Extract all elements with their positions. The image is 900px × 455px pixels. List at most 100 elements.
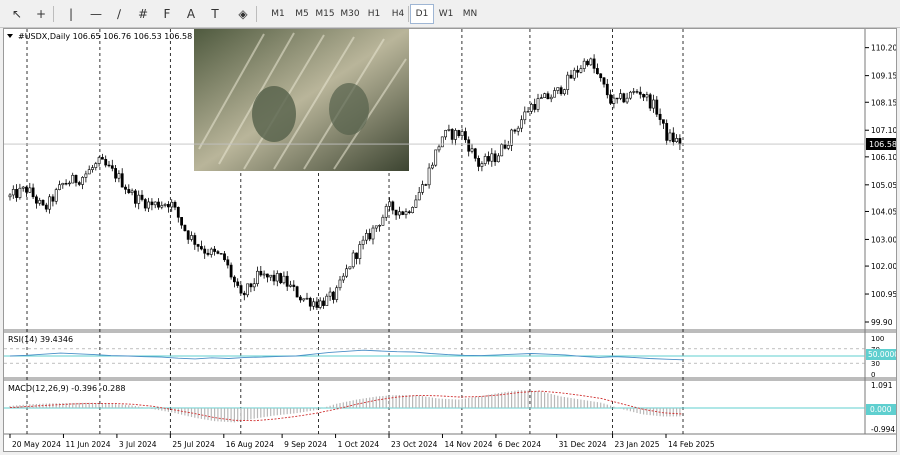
macd-header: MACD(12,26,9) -0.396 -0.288 xyxy=(8,384,125,393)
candle-body xyxy=(331,291,335,300)
candle-body xyxy=(18,187,22,198)
candle-body xyxy=(97,157,101,164)
candle-body xyxy=(275,273,279,282)
crosshair-icon[interactable]: + xyxy=(30,4,52,24)
candle-body xyxy=(143,199,147,209)
candle-body xyxy=(233,276,236,283)
timeframe-m1[interactable]: M1 xyxy=(266,4,290,24)
rsi-tick-label: 0 xyxy=(871,371,875,379)
candle-body xyxy=(44,204,48,210)
timeframe-m15[interactable]: M15 xyxy=(313,4,337,24)
candle-body xyxy=(500,144,504,157)
candle-body xyxy=(285,275,289,287)
y-tick-label: 99.90 xyxy=(871,318,893,327)
candle-body xyxy=(625,97,629,103)
candle-body xyxy=(48,196,52,210)
text-icon[interactable]: A xyxy=(180,4,202,24)
timeframe-w1[interactable]: W1 xyxy=(434,4,458,24)
shapes-icon[interactable]: ◈ xyxy=(232,4,254,24)
trendline-icon[interactable]: ∕ xyxy=(108,4,130,24)
candle-body xyxy=(302,298,306,301)
text-label-icon[interactable]: T xyxy=(204,4,226,24)
candle-body xyxy=(41,199,45,206)
candle-body xyxy=(447,129,451,131)
x-tick-label: 9 Sep 2024 xyxy=(284,440,327,449)
candle-body xyxy=(315,301,319,308)
candle-body xyxy=(675,138,679,143)
candle-body xyxy=(589,58,593,66)
candle-body xyxy=(635,91,639,93)
candle-body xyxy=(361,239,365,245)
timeframe-m5[interactable]: M5 xyxy=(290,4,314,24)
candle-body xyxy=(566,74,570,90)
candle-body xyxy=(520,119,523,129)
chart-svg: 110.20 109.15 108.15 107.10 106.10 105.05 104.… xyxy=(4,29,899,449)
timeframe-d1[interactable]: D1 xyxy=(410,4,434,24)
candle-body xyxy=(473,148,477,159)
candle-body xyxy=(209,248,213,255)
candle-body xyxy=(94,163,98,168)
candle-body xyxy=(546,93,550,100)
candle-body xyxy=(619,93,622,99)
toolbar: ↖ + | — ∕ # F A T ◈ M1 M5 M15 M30 H1 H4 D1 W1 MN xyxy=(0,0,900,28)
candle-body xyxy=(137,194,141,204)
candle-body xyxy=(559,87,563,95)
candle-body xyxy=(671,132,675,143)
candle-body xyxy=(54,189,58,202)
candle-body xyxy=(213,248,217,252)
channel-icon[interactable]: # xyxy=(132,4,154,24)
x-tick-label: 3 Jul 2024 xyxy=(119,440,157,449)
candle-body xyxy=(394,209,398,216)
candle-body xyxy=(200,246,203,250)
candle-body xyxy=(167,204,170,208)
candle-body xyxy=(374,225,378,229)
candle-body xyxy=(206,252,210,255)
candle-body xyxy=(107,164,111,167)
candle-body xyxy=(414,199,418,208)
candle-body xyxy=(490,153,494,162)
candle-body xyxy=(91,167,94,170)
candle-body xyxy=(8,194,12,198)
candle-body xyxy=(371,227,375,240)
candle-body xyxy=(622,93,626,103)
x-tick-label: 31 Dec 2024 xyxy=(559,440,607,449)
candle-body xyxy=(592,58,596,69)
y-tick-label: 105.05 xyxy=(871,181,896,190)
candle-body xyxy=(289,284,292,287)
last-price-label: 106.58 xyxy=(869,140,896,149)
candle-body xyxy=(536,98,540,110)
fibonacci-icon[interactable]: F xyxy=(156,4,178,24)
candle-body xyxy=(226,259,230,266)
x-tick-label: 20 May 2024 xyxy=(12,440,61,449)
timeframe-m30[interactable]: M30 xyxy=(338,4,362,24)
vertical-line-icon[interactable]: | xyxy=(60,4,82,24)
candle-body xyxy=(645,94,649,98)
candle-body xyxy=(526,111,530,113)
candle-body xyxy=(193,235,197,245)
timeframe-h4[interactable]: H4 xyxy=(386,4,410,24)
candle-body xyxy=(157,201,160,208)
timeframe-mn[interactable]: MN xyxy=(458,4,482,24)
candle-body xyxy=(460,131,464,137)
macd-tick-label: 1.091 xyxy=(871,381,893,390)
y-tick-label: 103.00 xyxy=(871,235,896,244)
candle-body xyxy=(510,129,514,146)
candle-body xyxy=(391,201,395,211)
x-tick-label: 14 Feb 2025 xyxy=(668,440,715,449)
pane-menu-icon[interactable] xyxy=(7,34,13,38)
rsi-tick-label: 30 xyxy=(871,360,880,368)
rsi-level-marker: 50.0000 xyxy=(866,349,899,360)
cursor-icon[interactable]: ↖ xyxy=(6,4,28,24)
candle-body xyxy=(440,136,444,148)
candle-body xyxy=(457,130,461,137)
rsi-tick-label: 100 xyxy=(871,335,884,343)
horizontal-line-icon[interactable]: — xyxy=(85,4,107,24)
candle-body xyxy=(265,273,269,278)
timeframe-h1[interactable]: H1 xyxy=(362,4,386,24)
candle-body xyxy=(229,264,233,278)
chart-frame: 110.20 109.15 108.15 107.10 106.10 105.05 104.… xyxy=(3,28,899,452)
candle-body xyxy=(523,111,527,121)
candle-body xyxy=(338,279,342,289)
candle-body xyxy=(246,283,250,296)
candle-body xyxy=(117,173,121,179)
